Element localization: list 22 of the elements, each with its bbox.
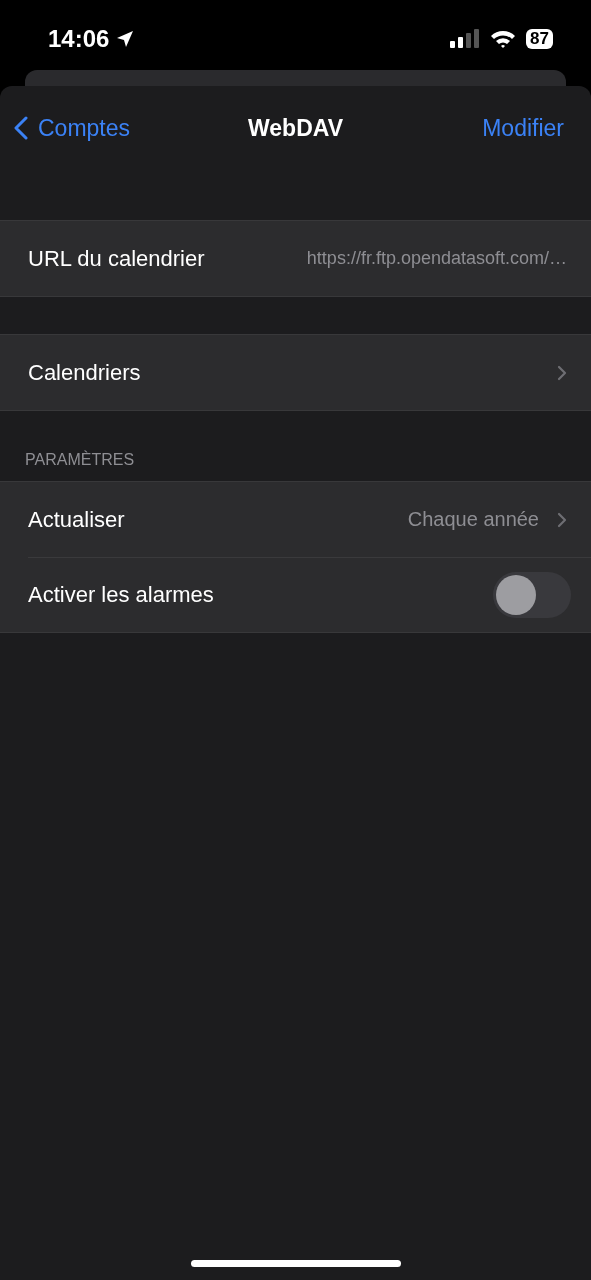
row-value: https://fr.ftp.opendatasoft.com/… xyxy=(306,248,567,269)
section-header: PARAMÈTRES xyxy=(25,451,135,469)
back-link[interactable]: Comptes xyxy=(14,114,131,142)
row-label: Activer les alarmes xyxy=(28,582,214,608)
chevron-icon xyxy=(557,364,567,381)
edit-link[interactable]: Modifier xyxy=(482,114,564,142)
page-title: WebDAV xyxy=(247,114,344,142)
location-arrow-icon xyxy=(115,29,136,49)
row-label: Calendriers xyxy=(28,359,141,386)
row-label: Actualiser xyxy=(28,506,125,533)
row-value: Chaque année xyxy=(407,508,539,531)
row-label: URL du calendrier xyxy=(28,245,205,272)
chevron-icon xyxy=(557,511,567,528)
back-label: Comptes xyxy=(38,114,131,142)
settings-row[interactable]: Calendriers xyxy=(0,335,591,410)
back-chevron-icon xyxy=(14,116,28,140)
toggle-switch[interactable] xyxy=(493,572,571,618)
settings-row[interactable]: Actualiser Chaque année xyxy=(0,482,591,557)
status-time: 14:06 xyxy=(48,25,110,53)
signal-icon xyxy=(450,29,481,49)
battery-level: 87 xyxy=(530,29,549,49)
wifi-icon xyxy=(490,29,517,49)
